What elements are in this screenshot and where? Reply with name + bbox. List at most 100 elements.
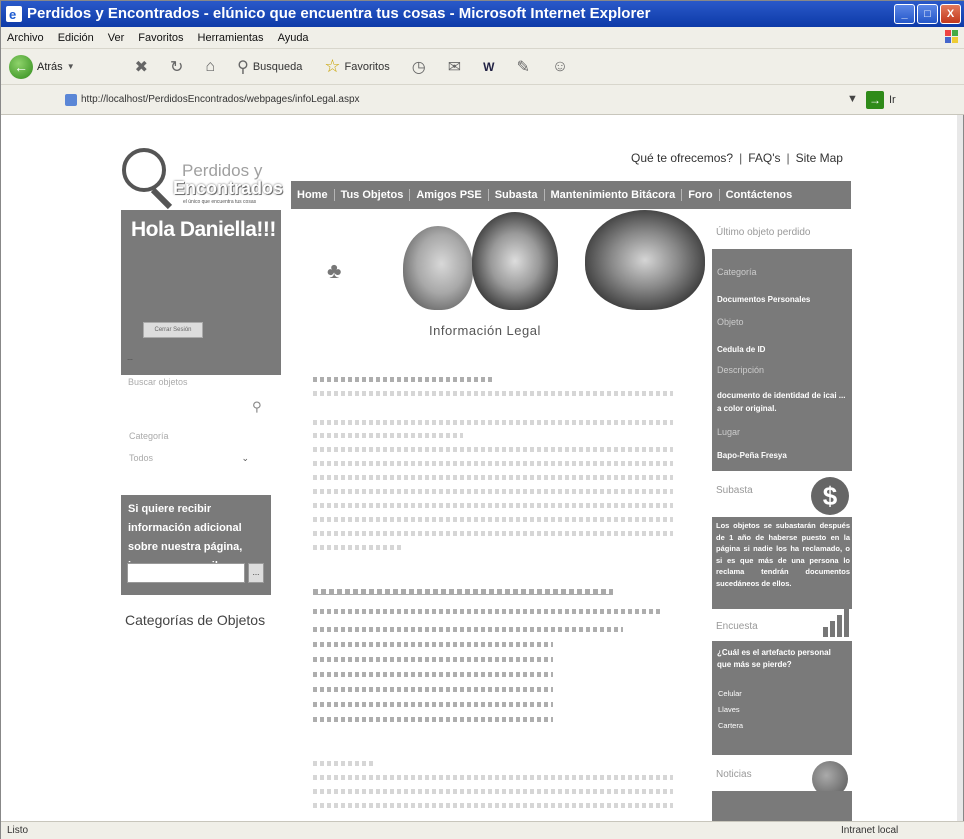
- home-icon[interactable]: ⌂: [205, 58, 215, 76]
- search-label: Busqueda: [252, 60, 303, 73]
- nav-contactenos[interactable]: Contáctenos: [720, 189, 799, 201]
- zone-text: Intranet local: [841, 825, 899, 836]
- page-icon: [65, 94, 77, 106]
- survey-question: ¿Cuál es el artefacto personal que más s…: [717, 648, 831, 669]
- category-value: Documentos Personales: [717, 295, 811, 304]
- categories-title: Categorías de Objetos: [125, 612, 266, 628]
- refresh-icon[interactable]: ↻: [170, 57, 183, 77]
- description-label: Descripción: [717, 365, 765, 375]
- body-text-line: [313, 461, 673, 466]
- body-text-line: [313, 545, 403, 550]
- body-text-line: [313, 517, 673, 522]
- body-text-line: [313, 803, 673, 808]
- body-text-line: [313, 761, 373, 766]
- main-nav: Home Tus Objetos Amigos PSE Subasta Mant…: [291, 181, 851, 209]
- maximize-button[interactable]: □: [917, 4, 938, 24]
- link-site-map[interactable]: Site Map: [796, 151, 843, 165]
- survey-option[interactable]: Celular: [718, 689, 742, 698]
- separator: |: [739, 151, 743, 165]
- close-button[interactable]: X: [940, 4, 961, 24]
- toolbar: ← Atrás ▼ ✖ ↻ ⌂ ⚲ Busqueda ☆ Favoritos ◷…: [1, 49, 964, 85]
- body-text-line: [313, 391, 673, 396]
- place-label: Lugar: [717, 427, 741, 437]
- logo-line2: Encontrados: [173, 178, 284, 198]
- link-que-ofrecemos[interactable]: Qué te ofrecemos?: [631, 151, 733, 165]
- link-faqs[interactable]: FAQ's: [748, 151, 780, 165]
- menu-herramientas[interactable]: Herramientas: [198, 32, 264, 44]
- go-label[interactable]: Ir: [889, 94, 896, 106]
- history-icon[interactable]: ◷: [412, 57, 426, 77]
- address-bar: http://localhost/PerdidosEncontrados/web…: [1, 85, 964, 115]
- menu-ayuda[interactable]: Ayuda: [278, 32, 309, 44]
- status-bar: Listo Intranet local: [1, 821, 964, 839]
- bar-chart-icon: [823, 609, 849, 637]
- menu-ver[interactable]: Ver: [108, 32, 125, 44]
- back-arrow-icon: ←: [9, 54, 33, 79]
- mail-icon[interactable]: ✉: [448, 57, 461, 77]
- survey-option[interactable]: Llaves: [718, 705, 740, 714]
- body-text-line: [313, 503, 673, 508]
- chevron-down-icon[interactable]: ▼: [847, 93, 858, 105]
- body-text-line: [313, 672, 553, 677]
- dollar-icon: $: [811, 477, 849, 515]
- subasta-panel: Los objetos se subastarán después de 1 a…: [712, 517, 852, 609]
- subasta-text: Los objetos se subastarán después de 1 a…: [716, 521, 850, 588]
- edit-icon[interactable]: ✎: [516, 57, 529, 77]
- page-title: Información Legal: [429, 323, 541, 338]
- chevron-down-icon: ▼: [66, 62, 75, 71]
- address-input[interactable]: http://localhost/PerdidosEncontrados/web…: [81, 94, 360, 105]
- logout-button[interactable]: Cerrar Sesión: [143, 322, 203, 338]
- banner-photo-2: [472, 212, 558, 310]
- status-text: Listo: [7, 825, 29, 836]
- body-text-line: [313, 627, 623, 632]
- search-button[interactable]: ⚲ Busqueda: [237, 57, 302, 77]
- body-text-line: [313, 447, 673, 452]
- magnifier-handle: [150, 187, 173, 210]
- favorites-button[interactable]: ☆ Favoritos: [324, 56, 389, 77]
- back-button[interactable]: ← Atrás ▼: [9, 54, 75, 79]
- page-content: Perdidos y Encontrados el único que encu…: [1, 115, 959, 821]
- title-bar: e Perdidos y Encontrados - elúnico que e…: [1, 1, 964, 27]
- nav-tus-objetos[interactable]: Tus Objetos: [335, 189, 411, 201]
- greeting-text: Hola Daniella!!!: [131, 218, 276, 241]
- go-arrow-icon[interactable]: →: [866, 91, 884, 109]
- body-text-line: [313, 775, 673, 780]
- session-note: …: [127, 356, 133, 362]
- body-text-line: [313, 377, 493, 382]
- messenger-icon[interactable]: ☺: [552, 58, 568, 76]
- description-value: documento de identidad de icai ... a col…: [717, 391, 846, 413]
- place-value: Bapo-Peña Fresya: [717, 451, 787, 460]
- subscribe-button[interactable]: ...: [248, 563, 264, 583]
- body-text-line: [313, 531, 673, 536]
- category-value: Todos: [129, 453, 154, 463]
- vertical-scrollbar[interactable]: [957, 115, 963, 821]
- body-text-line: [313, 657, 553, 662]
- body-text-line: [313, 789, 673, 794]
- windows-logo-icon: [945, 30, 958, 43]
- survey-option[interactable]: Cartera: [718, 721, 743, 730]
- menu-archivo[interactable]: Archivo: [7, 32, 44, 44]
- nav-amigos-pse[interactable]: Amigos PSE: [410, 189, 489, 201]
- banner-photo-3: [585, 210, 705, 310]
- search-label: Buscar objetos: [128, 377, 188, 387]
- object-label: Objeto: [717, 317, 744, 327]
- category-select[interactable]: Todos ⌄: [129, 453, 249, 463]
- logo-tagline: el único que encuentra tus cosas: [183, 199, 257, 205]
- stop-icon[interactable]: ✖: [135, 57, 148, 77]
- star-icon: ☆: [324, 56, 341, 76]
- nav-mantenimiento[interactable]: Mantenimiento Bitácora: [545, 189, 683, 201]
- nav-foro[interactable]: Foro: [682, 189, 720, 201]
- separator: |: [786, 151, 790, 165]
- body-text-line: [313, 642, 553, 647]
- menu-edicion[interactable]: Edición: [58, 32, 94, 44]
- body-text-line: [313, 475, 673, 480]
- section-heading: [313, 589, 613, 595]
- word-icon[interactable]: W: [483, 60, 494, 74]
- search-icon[interactable]: ⚲: [252, 399, 262, 415]
- nav-home[interactable]: Home: [291, 189, 335, 201]
- minimize-button[interactable]: _: [894, 4, 915, 24]
- menu-favoritos[interactable]: Favoritos: [138, 32, 183, 44]
- nav-subasta[interactable]: Subasta: [489, 189, 545, 201]
- body-text-line: [313, 489, 673, 494]
- email-field[interactable]: [127, 563, 245, 583]
